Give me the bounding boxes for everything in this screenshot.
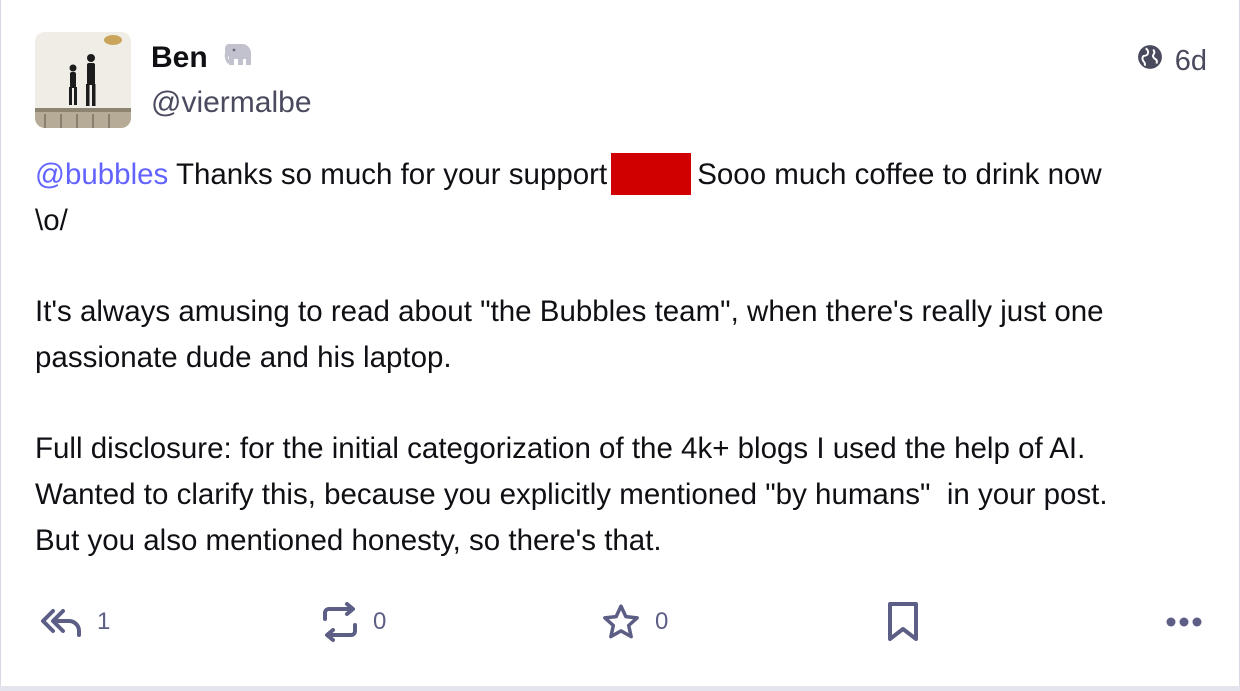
boost-count: 0 — [373, 608, 387, 635]
favourite-count: 0 — [655, 608, 669, 635]
elephant-icon — [222, 40, 254, 76]
avatar[interactable] — [35, 32, 131, 128]
divider — [0, 686, 1240, 691]
relative-timestamp[interactable]: 6d — [1175, 45, 1207, 78]
reply-all-icon — [39, 605, 83, 639]
bookmark-icon — [885, 601, 921, 643]
account-handle[interactable]: @viermalbe — [151, 86, 312, 120]
bookmark-button[interactable] — [885, 598, 921, 646]
paragraph-3: Full disclosure: for the initial categor… — [35, 432, 1108, 557]
more-options-button[interactable] — [1165, 598, 1203, 646]
boost-button[interactable]: 0 — [321, 598, 386, 646]
paragraph-1-text-a: Thanks so much for your support — [175, 158, 608, 191]
boost-icon — [321, 601, 359, 643]
display-name-text[interactable]: Ben — [151, 41, 208, 75]
reply-button[interactable]: 1 — [39, 598, 110, 646]
redacted-emoji — [611, 153, 692, 195]
post-content: @bubbles Thanks so much for your support… — [35, 152, 1215, 609]
paragraph-1: @bubbles Thanks so much for your support… — [35, 152, 1215, 244]
mention-link[interactable]: @bubbles — [35, 158, 168, 191]
action-bar: 1 0 0 — [35, 598, 1207, 646]
favourite-button[interactable]: 0 — [601, 598, 668, 646]
ellipsis-icon — [1165, 616, 1203, 628]
globe-icon — [1137, 44, 1163, 78]
paragraph-2: It's always amusing to read about "the B… — [35, 295, 1112, 374]
display-name[interactable]: Ben — [151, 40, 254, 76]
star-icon — [601, 602, 641, 642]
post-card: Ben @viermalbe 6d @bubbles Thanks so muc… — [0, 0, 1240, 688]
reply-count: 1 — [97, 608, 111, 635]
post-meta: 6d — [1137, 44, 1207, 78]
